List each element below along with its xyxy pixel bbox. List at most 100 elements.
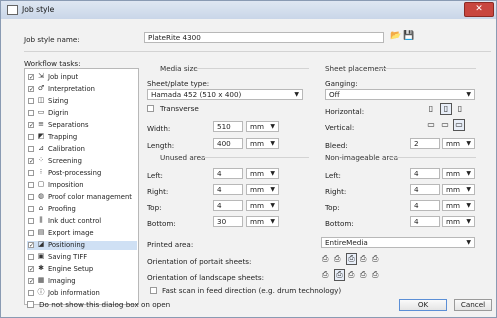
folder-open-icon[interactable]: 📂 (390, 31, 401, 41)
task-checkbox[interactable]: ✓ (28, 86, 34, 93)
task-checkbox[interactable] (28, 98, 34, 104)
unused-right-input[interactable]: 4 (213, 184, 243, 195)
plate-type-select[interactable]: Hamada 452 (510 x 400) ▼ (147, 89, 303, 100)
landscape-orient-3-icon[interactable]: ⎙ (348, 270, 354, 280)
align-bottom-icon[interactable]: ▭ (453, 119, 465, 131)
unused-left-unit-select[interactable]: mm ▼ (246, 168, 279, 179)
workflow-task-item[interactable]: ▤ Export image (27, 229, 137, 238)
workflow-task-item[interactable]: ✓ ≡ Separations (27, 121, 137, 130)
width-input[interactable]: 510 (213, 121, 243, 132)
portrait-orient-1-icon[interactable]: ⎙ (322, 254, 328, 264)
workflow-task-item[interactable]: ⓘ Job information (27, 289, 137, 298)
nonimage-bottom-unit-select[interactable]: mm ▼ (442, 216, 475, 227)
nonimage-left-unit-select[interactable]: mm ▼ (442, 168, 475, 179)
workflow-task-item[interactable]: ◍ Proof color management (27, 193, 137, 202)
unused-bottom-unit-select[interactable]: mm ▼ (246, 216, 279, 227)
width-unit-select[interactable]: mm ▼ (246, 121, 279, 132)
workflow-task-item[interactable]: ▢ Imposition (27, 181, 137, 190)
fast-scan-label: Fast scan in feed direction (e.g. drum t… (162, 286, 342, 295)
task-checkbox[interactable]: ✓ (28, 122, 34, 129)
workflow-task-item[interactable]: ▣ Saving TIFF (27, 253, 137, 262)
nonimage-top-input[interactable]: 4 (410, 200, 440, 211)
cancel-button[interactable]: Cancel (454, 299, 492, 311)
length-input[interactable]: 400 (213, 138, 243, 149)
workflow-task-item[interactable]: ⁝ Post-processing (27, 169, 137, 178)
close-button[interactable]: ✕ (464, 2, 494, 17)
landscape-orient-4-icon[interactable]: ⎙ (360, 270, 366, 280)
task-checkbox[interactable] (28, 254, 34, 260)
length-unit-select[interactable]: mm ▼ (246, 138, 279, 149)
transverse-checkbox[interactable] (147, 105, 154, 112)
task-label: Ink duct control (48, 217, 102, 225)
workflow-task-item[interactable]: ✓ ✱ Engine Setup (27, 265, 137, 274)
bleed-unit-select[interactable]: mm ▼ (442, 138, 475, 149)
task-label: Sizing (48, 97, 69, 105)
task-checkbox[interactable]: ✓ (28, 278, 34, 285)
landscape-orient-1-icon[interactable]: ⎙ (322, 270, 328, 280)
nonimage-bottom-label: Bottom: (325, 219, 354, 228)
align-right-icon[interactable]: ▯ (455, 104, 465, 114)
task-checkbox[interactable] (28, 110, 34, 116)
post-processing-icon: ⁝ (39, 168, 43, 176)
nonimage-right-label: Right: (325, 187, 347, 196)
unused-right-unit-select[interactable]: mm ▼ (246, 184, 279, 195)
align-middle-icon[interactable]: ▭ (440, 120, 450, 130)
nonimage-left-input[interactable]: 4 (410, 168, 440, 179)
workflow-task-item[interactable]: ✓ ♂ Interpretation (27, 85, 137, 94)
unused-top-unit-select[interactable]: mm ▼ (246, 200, 279, 211)
ganging-select[interactable]: Off ▼ (325, 89, 475, 100)
printed-area-select[interactable]: EntireMedia ▼ (321, 237, 475, 248)
workflow-task-item[interactable]: ✓ ⇲ Job input (27, 73, 137, 82)
task-checkbox[interactable] (28, 194, 34, 200)
workflow-task-item[interactable]: ⫼ Ink duct control (27, 217, 137, 226)
dont-show-checkbox[interactable] (27, 301, 34, 308)
workflow-task-item[interactable]: ✓ ▦ Imaging (27, 277, 137, 286)
task-label: Calibration (48, 145, 85, 153)
task-checkbox[interactable]: ✓ (28, 266, 34, 273)
portrait-orient-4-icon[interactable]: ⎙ (360, 254, 366, 264)
nonimage-bottom-input[interactable]: 4 (410, 216, 440, 227)
unused-bottom-input[interactable]: 30 (213, 216, 243, 227)
bleed-input[interactable]: 2 (410, 138, 440, 149)
align-top-icon[interactable]: ▭ (426, 120, 436, 130)
save-icon[interactable]: 💾 (403, 31, 414, 41)
unused-top-input[interactable]: 4 (213, 200, 243, 211)
job-style-name-input[interactable]: PlateRite 4300 (144, 32, 384, 43)
chevron-down-icon: ▼ (466, 218, 471, 225)
nonimage-right-input[interactable]: 4 (410, 184, 440, 195)
task-checkbox[interactable] (28, 206, 34, 212)
workflow-task-item[interactable]: ⌂ Proofing (27, 205, 137, 214)
workflow-tasks-list[interactable]: ✓ ⇲ Job input ✓ ♂ Interpretation ◫ Sizing ▭ Digri… (24, 68, 139, 305)
portrait-orient-3-icon[interactable]: ⎙ (346, 253, 357, 265)
align-left-icon[interactable]: ▯ (426, 104, 436, 114)
task-checkbox[interactable] (28, 146, 34, 152)
landscape-orient-5-icon[interactable]: ⎙ (372, 270, 378, 280)
nonimage-top-unit-select[interactable]: mm ▼ (442, 200, 475, 211)
align-center-icon[interactable]: ▯ (440, 103, 452, 115)
unit-value: mm (446, 139, 461, 148)
task-checkbox[interactable]: ✓ (28, 242, 34, 249)
workflow-task-item[interactable]: ◫ Sizing (27, 97, 137, 106)
landscape-orientation-label: Orientation of landscape sheets: (147, 273, 265, 282)
task-checkbox[interactable] (28, 290, 34, 296)
portrait-orient-5-icon[interactable]: ⎙ (372, 254, 378, 264)
fast-scan-checkbox[interactable] (150, 287, 157, 294)
landscape-orient-2-icon[interactable]: ⎙ (334, 269, 345, 281)
task-checkbox[interactable] (28, 230, 34, 236)
task-checkbox[interactable]: ✓ (28, 74, 34, 81)
workflow-task-item[interactable]: ⊿ Calibration (27, 145, 137, 154)
task-checkbox[interactable] (28, 134, 34, 140)
workflow-task-item[interactable]: ✓ ◪ Positioning (27, 241, 137, 250)
workflow-task-item[interactable]: ✓ ⁘ Screening (27, 157, 137, 166)
ok-button[interactable]: OK (399, 299, 447, 311)
task-checkbox[interactable] (28, 182, 34, 188)
nonimage-right-unit-select[interactable]: mm ▼ (442, 184, 475, 195)
portrait-orient-2-icon[interactable]: ⎙ (334, 254, 340, 264)
job-style-dialog: Job style ✕ Job style name: PlateRite 43… (0, 0, 497, 318)
task-checkbox[interactable] (28, 218, 34, 224)
task-checkbox[interactable]: ✓ (28, 158, 34, 165)
task-checkbox[interactable] (28, 170, 34, 176)
workflow-task-item[interactable]: ▭ Digrin (27, 109, 137, 118)
workflow-task-item[interactable]: ◩ Trapping (27, 133, 137, 142)
unused-left-input[interactable]: 4 (213, 168, 243, 179)
